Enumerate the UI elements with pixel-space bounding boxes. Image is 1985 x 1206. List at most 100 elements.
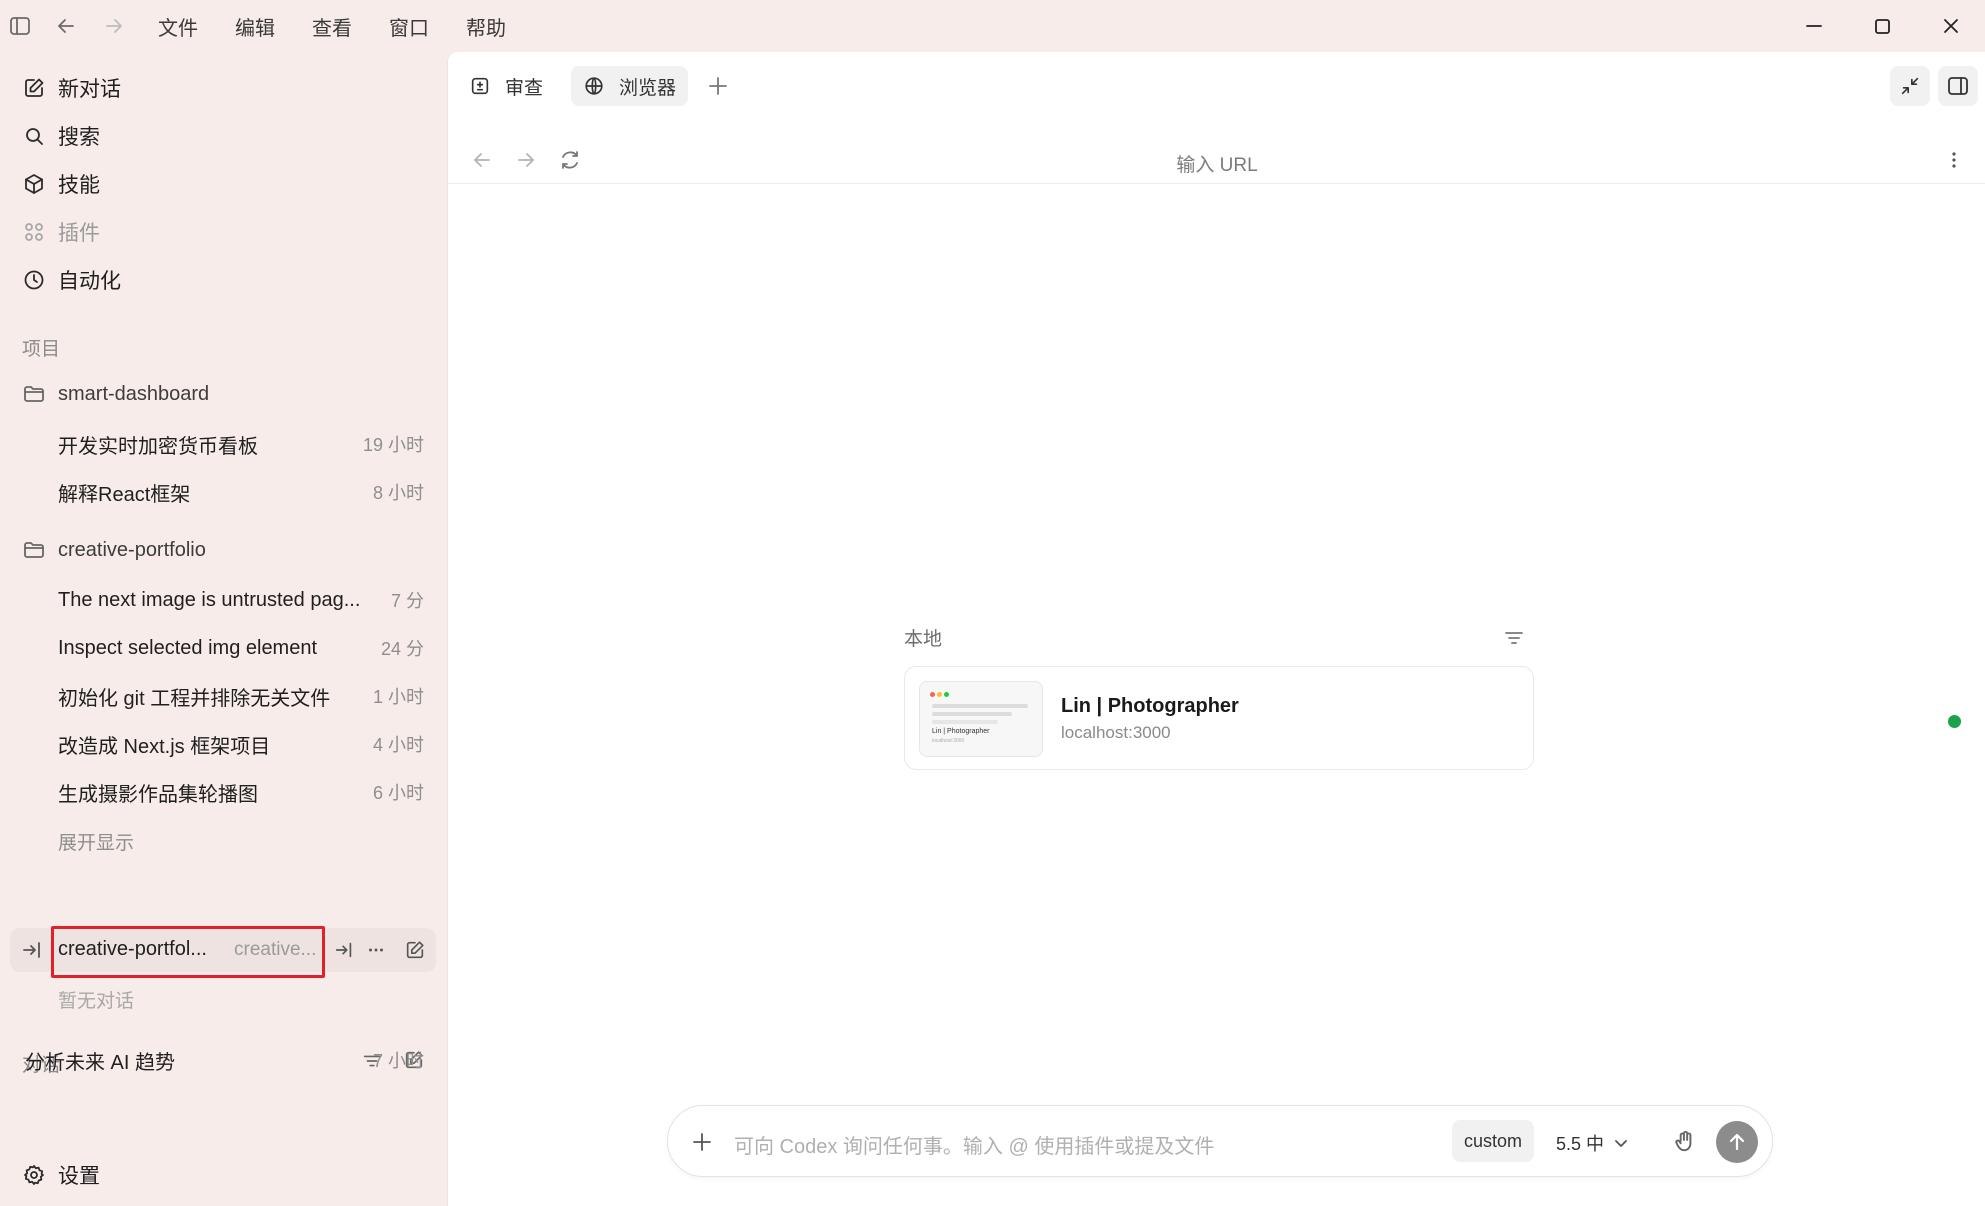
sidebar-item-label: 新对话 bbox=[58, 78, 121, 101]
thread-title: Inspect selected img element bbox=[58, 636, 318, 659]
local-server-card[interactable]: Lin | Photographer localhost:3000 Lin | … bbox=[904, 666, 1961, 770]
menu-bar: 文件 编辑 查看 窗口 帮助 bbox=[158, 12, 543, 41]
conversation-title: 分析未来 AI 趋势 bbox=[25, 1051, 176, 1074]
model-label: 5.5 中 bbox=[1556, 1134, 1605, 1154]
tab-label: 浏览器 bbox=[619, 77, 677, 99]
add-tab-icon[interactable] bbox=[704, 72, 732, 100]
search-icon bbox=[22, 124, 46, 148]
grid-icon bbox=[22, 220, 46, 244]
empty-threads-note: 暂无对话 bbox=[58, 991, 135, 1012]
menu-file[interactable]: 文件 bbox=[158, 12, 235, 41]
prompt-input[interactable]: 可向 Codex 询问任何事。输入 @ 使用插件或提及文件 bbox=[734, 1130, 1214, 1159]
sidebar-item-new-chat[interactable]: 新对话 bbox=[22, 68, 121, 108]
back-icon[interactable] bbox=[54, 14, 78, 38]
maximize-icon[interactable] bbox=[1868, 12, 1896, 40]
project-folder[interactable]: smart-dashboard bbox=[22, 376, 209, 412]
project-name: creative-portfolio bbox=[58, 538, 206, 561]
thread-item[interactable]: 开发实时加密货币看板 19 小时 bbox=[58, 424, 424, 464]
toggle-panel-button[interactable] bbox=[1938, 66, 1978, 106]
thumbnail-url: localhost:3000 bbox=[932, 738, 965, 744]
expand-threads-link[interactable]: 展开显示 bbox=[58, 828, 134, 855]
thread-item[interactable]: 解释React框架 8 小时 bbox=[58, 472, 424, 512]
worktree-branch-icon bbox=[20, 938, 44, 962]
thread-time: 1 小时 bbox=[372, 687, 424, 707]
local-servers-heading: 本地 bbox=[904, 629, 943, 650]
sidebar-toggle-icon[interactable] bbox=[8, 14, 32, 38]
sidebar-item-automation[interactable]: 自动化 bbox=[22, 260, 121, 300]
conversation-time: 7 小时 bbox=[372, 1051, 424, 1071]
menu-edit[interactable]: 编辑 bbox=[235, 12, 312, 41]
thread-item[interactable]: Inspect selected img element 24 分 bbox=[58, 628, 424, 668]
thread-time: 4 小时 bbox=[372, 735, 424, 755]
site-url: localhost:3000 bbox=[1061, 723, 1171, 742]
thread-time: 19 小时 bbox=[362, 435, 424, 455]
collapse-icon bbox=[1899, 75, 1921, 97]
folder-icon bbox=[22, 382, 46, 406]
thread-title: 改造成 Next.js 框架项目 bbox=[58, 735, 271, 758]
projects-heading: 项目 bbox=[22, 339, 61, 360]
sidebar-item-label: 搜索 bbox=[58, 126, 100, 149]
project-folder[interactable]: creative-portfolio bbox=[22, 532, 206, 568]
url-bar: 输入 URL bbox=[448, 136, 1985, 184]
new-thread-icon[interactable] bbox=[404, 939, 426, 961]
conversation-item[interactable]: 分析未来 AI 趋势 7 小时 bbox=[25, 1040, 424, 1080]
settings-button[interactable]: 设置 bbox=[22, 1160, 100, 1190]
cube-icon bbox=[22, 172, 46, 196]
thumbnail-title: Lin | Photographer bbox=[932, 728, 990, 735]
send-button[interactable] bbox=[1716, 1121, 1758, 1163]
settings-label: 设置 bbox=[58, 1165, 100, 1188]
tab-browser[interactable]: 浏览器 bbox=[571, 66, 689, 106]
mode-chip[interactable]: custom bbox=[1452, 1120, 1535, 1162]
highlight-box bbox=[51, 926, 325, 978]
menu-view[interactable]: 查看 bbox=[312, 12, 389, 41]
sidebar-item-search[interactable]: 搜索 bbox=[22, 116, 100, 156]
compose-icon bbox=[22, 76, 46, 100]
close-icon[interactable] bbox=[1937, 12, 1965, 40]
thread-item[interactable]: The next image is untrusted pag... 7 分 bbox=[58, 580, 424, 620]
composer: 可向 Codex 询问任何事。输入 @ 使用插件或提及文件 custom 5.5… bbox=[667, 1105, 1773, 1177]
tab-label: 审查 bbox=[505, 77, 544, 99]
menu-help[interactable]: 帮助 bbox=[466, 12, 543, 41]
chevron-down-icon bbox=[1612, 1134, 1630, 1152]
sidebar-item-label: 技能 bbox=[58, 174, 100, 197]
attach-plus-icon[interactable] bbox=[688, 1128, 716, 1156]
clock-icon bbox=[22, 268, 46, 292]
hand-icon[interactable] bbox=[1672, 1128, 1698, 1154]
thread-title: 生成摄影作品集轮播图 bbox=[58, 783, 258, 806]
sidebar-item-label: 自动化 bbox=[58, 270, 121, 293]
handoff-icon[interactable] bbox=[333, 939, 355, 961]
collapse-button[interactable] bbox=[1890, 66, 1930, 106]
panel-icon bbox=[1946, 74, 1970, 98]
thread-title: 解释React框架 bbox=[58, 483, 191, 506]
minimize-icon[interactable] bbox=[1800, 12, 1828, 40]
sidebar-item-label: 插件 bbox=[58, 222, 100, 245]
thread-title: 开发实时加密货币看板 bbox=[58, 435, 258, 458]
kebab-menu-icon[interactable] bbox=[1942, 148, 1966, 172]
status-dot bbox=[1948, 715, 1961, 728]
tab-review[interactable]: 审查 bbox=[457, 66, 555, 106]
project-name: smart-dashboard bbox=[58, 382, 210, 405]
thread-title: The next image is untrusted pag... bbox=[58, 588, 361, 611]
thread-item[interactable]: 改造成 Next.js 框架项目 4 小时 bbox=[58, 724, 424, 764]
thread-item[interactable]: 初始化 git 工程并排除无关文件 1 小时 bbox=[58, 676, 424, 716]
sidebar: 新对话 搜索 技能 插件 自动化 项目 smart-dashboard 开发实时… bbox=[0, 52, 447, 1206]
sidebar-item-plugins[interactable]: 插件 bbox=[22, 212, 100, 252]
thread-time: 6 小时 bbox=[372, 783, 424, 803]
folder-icon bbox=[22, 538, 46, 562]
url-input[interactable]: 输入 URL bbox=[448, 150, 1985, 177]
filter-icon[interactable] bbox=[1502, 626, 1526, 650]
more-icon[interactable] bbox=[365, 939, 387, 961]
menu-window[interactable]: 窗口 bbox=[389, 12, 466, 41]
globe-icon bbox=[583, 75, 605, 97]
arrow-up-icon bbox=[1725, 1130, 1749, 1154]
model-selector[interactable]: 5.5 中 bbox=[1556, 1130, 1630, 1156]
diff-icon bbox=[469, 75, 491, 97]
thread-time: 24 分 bbox=[380, 639, 424, 659]
forward-icon[interactable] bbox=[102, 14, 126, 38]
title-bar: 文件 编辑 查看 窗口 帮助 bbox=[0, 0, 1985, 52]
sidebar-item-skills[interactable]: 技能 bbox=[22, 164, 100, 204]
main-panel: 审查 浏览器 输入 URL 本地 Lin | Photographer loca… bbox=[447, 52, 1985, 1206]
thread-item[interactable]: 生成摄影作品集轮播图 6 小时 bbox=[58, 772, 424, 812]
thread-title: 初始化 git 工程并排除无关文件 bbox=[58, 687, 331, 710]
thread-time: 7 分 bbox=[390, 591, 424, 611]
